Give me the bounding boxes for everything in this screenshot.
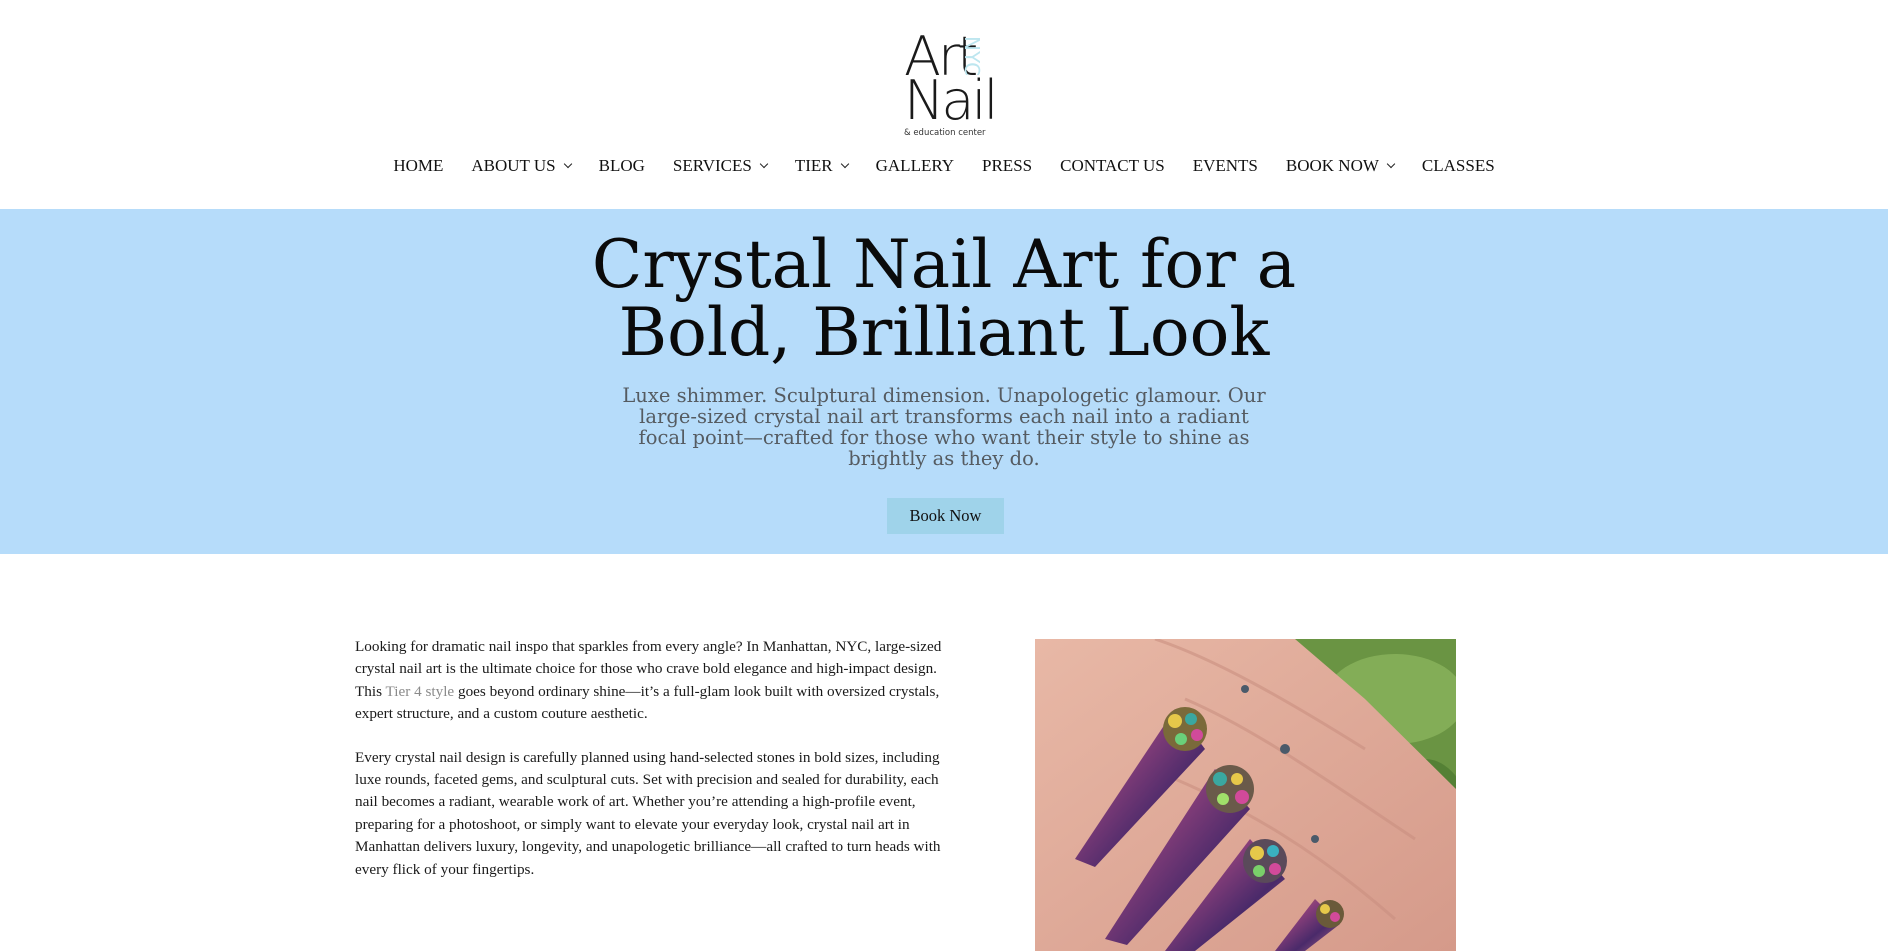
hero-title-line-1: Crystal Nail Art for a [591,226,1297,303]
nav-item-events[interactable]: EVENTS [1193,156,1258,176]
site-logo[interactable]: Art Nail NYC & education center [898,30,998,140]
chevron-down-icon [840,159,849,169]
nav-item-services[interactable]: SERVICES [672,156,769,176]
nav-item-label: BOOK NOW [1285,156,1379,175]
nav-item-contact-us[interactable]: CONTACT US [1060,156,1165,176]
nav-item-label: CLASSES [1421,156,1495,175]
logo-nail-text: Nail [904,69,998,132]
chevron-down-icon [759,159,769,169]
details-paragraph: Every crystal nail design is carefully p… [355,748,941,878]
nav-item-label: ABOUT US [471,156,556,175]
content-text: Looking for dramatic nail inspo that spa… [355,636,945,902]
nav-item-gallery[interactable]: GALLERY [876,156,954,176]
chevron-down-icon [563,159,572,169]
nav-item-label: CONTACT US [1060,156,1165,175]
hero-title: Crystal Nail Art for a Bold, Brilliant L… [0,231,1888,367]
crystal-nail-illustration [1035,639,1456,951]
hero-title-line-2: Bold, Brilliant Look [618,294,1270,371]
nav-item-label: TIER [794,156,833,175]
nav-item-label: HOME [393,156,444,175]
chevron-down-icon [1386,159,1396,169]
nav-item-label: SERVICES [672,156,752,175]
crystal-nail-photo [1035,639,1456,951]
nav-item-tier[interactable]: TIER [794,156,849,176]
intro-paragraph: Looking for dramatic nail inspo that spa… [355,636,945,726]
nav-item-label: GALLERY [875,156,955,175]
nav-item-blog[interactable]: BLOG [599,156,645,176]
nav-item-home[interactable]: HOME [393,156,443,176]
nav-item-label: PRESS [982,156,1033,175]
nav-item-label: BLOG [598,156,645,175]
hero-subtitle: Luxe shimmer. Sculptural dimension. Unap… [622,384,1266,470]
main-nav: HOME ABOUT US BLOG SERVICES TIER GALLERY… [0,156,1888,176]
tier-4-style-link[interactable]: Tier 4 style [386,683,455,700]
logo-nyc-text: NYC [960,36,984,77]
nav-item-classes[interactable]: CLASSES [1422,156,1495,176]
nav-item-press[interactable]: PRESS [982,156,1032,176]
logo-tagline: & education center [904,128,986,138]
hero-section: Crystal Nail Art for a Bold, Brilliant L… [0,209,1888,554]
nav-item-about-us[interactable]: ABOUT US [471,156,572,176]
nav-item-label: EVENTS [1192,156,1258,175]
nav-item-book-now[interactable]: BOOK NOW [1285,156,1396,176]
book-now-button[interactable]: Book Now [887,498,1004,534]
site-header: Art Nail NYC & education center HOME ABO… [0,0,1888,209]
